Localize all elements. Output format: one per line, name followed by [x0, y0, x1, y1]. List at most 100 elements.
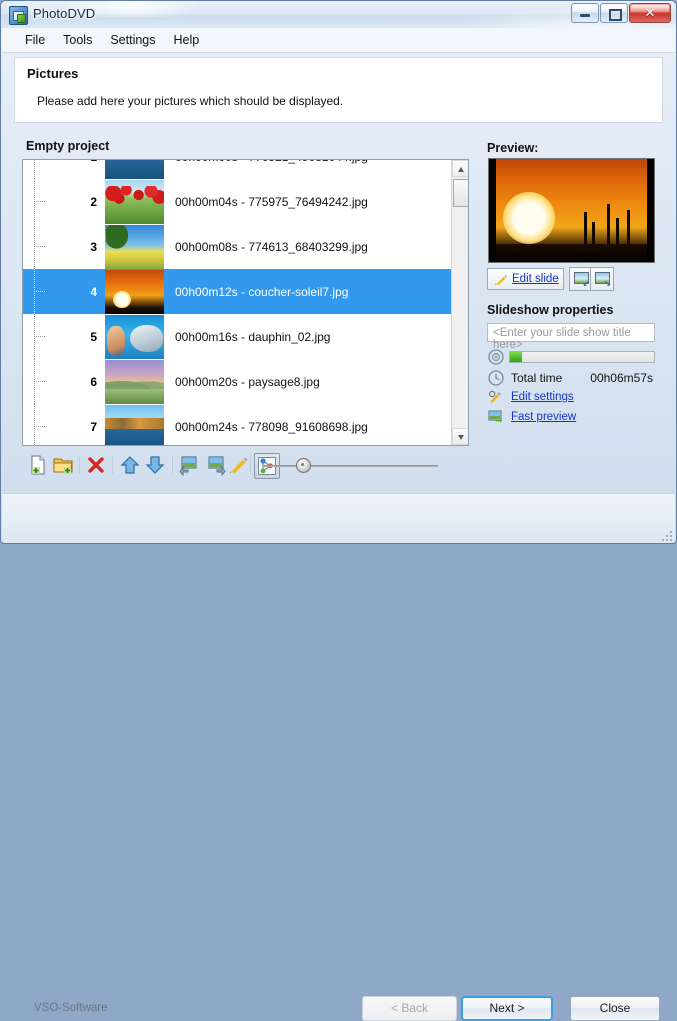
slider-thumb[interactable]	[295, 458, 311, 473]
close-icon: ✕	[644, 5, 656, 20]
add-file-button[interactable]	[26, 453, 50, 477]
toolbar-separator	[79, 455, 80, 474]
row-index: 3	[90, 239, 97, 254]
rotate-right-icon	[208, 456, 226, 477]
delete-button[interactable]	[84, 453, 108, 477]
total-time-label: Total time	[511, 371, 563, 385]
preview-image	[488, 158, 655, 263]
row-thumbnail	[105, 224, 164, 269]
page-header: Pictures Please add here your pictures w…	[14, 57, 663, 123]
back-button[interactable]: < Back	[362, 996, 457, 1021]
menu-item-file[interactable]: File	[16, 30, 54, 50]
row-thumbnail	[105, 314, 164, 359]
picture-list[interactable]: 1 00h00m00s - 770521_49081044.jpg 2 00h0…	[22, 159, 469, 446]
row-thumbnail	[105, 404, 164, 445]
fast-preview-icon	[488, 410, 502, 423]
maximize-button[interactable]	[600, 3, 628, 23]
slider-track	[263, 465, 438, 467]
arrow-left-icon: ↙	[582, 278, 590, 288]
maximize-icon	[609, 9, 622, 21]
add-file-icon	[31, 455, 45, 475]
row-label: 00h00m24s - 778098_91608698.jpg	[175, 419, 368, 434]
tree-indent	[23, 404, 47, 445]
slideshow-properties-title: Slideshow properties	[487, 303, 614, 317]
slideshow-title-input[interactable]: <Enter your slide show title here>	[487, 323, 655, 351]
button-gloss	[573, 5, 597, 12]
disc-icon	[488, 349, 504, 365]
preview-sun	[503, 192, 555, 244]
progress-bar-fill	[510, 352, 522, 362]
footer: VSO-Software < Back Next > Close	[2, 494, 675, 1021]
menu-item-settings[interactable]: Settings	[101, 30, 164, 50]
edit-button[interactable]	[227, 453, 251, 477]
rotate-left-icon	[179, 456, 197, 477]
chevron-down-icon	[458, 435, 464, 440]
arrow-right-icon: ↘	[603, 278, 611, 288]
row-label: 00h00m20s - paysage8.jpg	[175, 374, 320, 389]
minimize-icon	[580, 14, 590, 17]
row-label: 00h00m00s - 770521_49081044.jpg	[175, 160, 368, 164]
table-row[interactable]: 5 00h00m16s - dauphin_02.jpg	[23, 314, 453, 359]
next-button[interactable]: Next >	[461, 996, 553, 1021]
table-row[interactable]: 2 00h00m04s - 775975_76494242.jpg	[23, 179, 453, 224]
table-row[interactable]: 7 00h00m24s - 778098_91608698.jpg	[23, 404, 453, 445]
close-dialog-button[interactable]: Close	[570, 996, 660, 1021]
progress-bar	[509, 351, 655, 363]
row-index: 1	[47, 160, 101, 164]
move-up-button[interactable]	[118, 453, 142, 477]
minimize-button[interactable]	[571, 3, 599, 23]
next-slide-button[interactable]: ↘	[590, 267, 614, 291]
scroll-down-button[interactable]	[452, 428, 468, 445]
total-time-value: 00h06m57s	[590, 371, 653, 385]
edit-slide-label: Edit slide	[512, 273, 559, 285]
toolbar-separator	[172, 455, 173, 474]
picture-list-rows: 1 00h00m00s - 770521_49081044.jpg 2 00h0…	[23, 160, 453, 445]
slideshow-title-placeholder: <Enter your slide show title here>	[493, 327, 631, 351]
preview-ground	[496, 244, 647, 262]
row-thumbnail	[105, 160, 164, 179]
rotate-left-button[interactable]	[178, 453, 202, 477]
tree-indent	[23, 179, 47, 224]
settings-pencil-icon	[488, 390, 501, 403]
edit-settings-link[interactable]: Edit settings	[511, 391, 574, 403]
window-title: PhotoDVD	[33, 6, 96, 21]
zoom-slider[interactable]	[263, 458, 438, 473]
row-thumbnail	[105, 269, 164, 314]
row-label: 00h00m08s - 774613_68403299.jpg	[175, 239, 368, 254]
delete-x-icon	[88, 457, 104, 473]
preview-cactus	[607, 204, 610, 248]
preview-cactus	[584, 212, 587, 248]
vendor-label: VSO-Software	[34, 1002, 108, 1014]
row-index: 6	[90, 374, 97, 389]
resize-grip[interactable]	[660, 529, 672, 541]
page-subtitle: Please add here your pictures which shou…	[37, 94, 344, 108]
toolbar-separator	[112, 455, 113, 474]
clock-icon	[488, 370, 504, 386]
edit-slide-button[interactable]: Edit slide	[487, 268, 564, 290]
row-label: 00h00m12s - coucher-soleil7.jpg	[175, 284, 349, 299]
pencil-icon	[230, 457, 248, 474]
table-row[interactable]: 3 00h00m08s - 774613_68403299.jpg	[23, 224, 453, 269]
arrow-up-icon	[120, 456, 140, 474]
fast-preview-link[interactable]: Fast preview	[511, 411, 576, 423]
move-down-button[interactable]	[143, 453, 167, 477]
scrollbar-thumb[interactable]	[453, 179, 468, 207]
chevron-up-icon	[458, 167, 464, 172]
menu-item-tools[interactable]: Tools	[54, 30, 101, 50]
rotate-right-button[interactable]	[203, 453, 227, 477]
tree-indent	[23, 314, 47, 359]
row-index: 7	[90, 419, 97, 434]
add-folder-button[interactable]	[51, 453, 75, 477]
pencil-icon	[495, 275, 507, 286]
window-controls: ✕	[570, 3, 671, 23]
menu-item-help[interactable]: Help	[165, 30, 209, 50]
row-label: 00h00m04s - 775975_76494242.jpg	[175, 194, 368, 209]
close-button[interactable]: ✕	[629, 3, 671, 23]
table-row[interactable]: 6 00h00m20s - paysage8.jpg	[23, 359, 453, 404]
scroll-up-button[interactable]	[452, 160, 468, 177]
list-scrollbar[interactable]	[451, 160, 468, 445]
app-icon	[9, 6, 28, 25]
table-row-selected[interactable]: 4 00h00m12s - coucher-soleil7.jpg	[23, 269, 453, 314]
row-label: 00h00m16s - dauphin_02.jpg	[175, 329, 331, 344]
table-row[interactable]: 1 00h00m00s - 770521_49081044.jpg	[23, 160, 453, 179]
